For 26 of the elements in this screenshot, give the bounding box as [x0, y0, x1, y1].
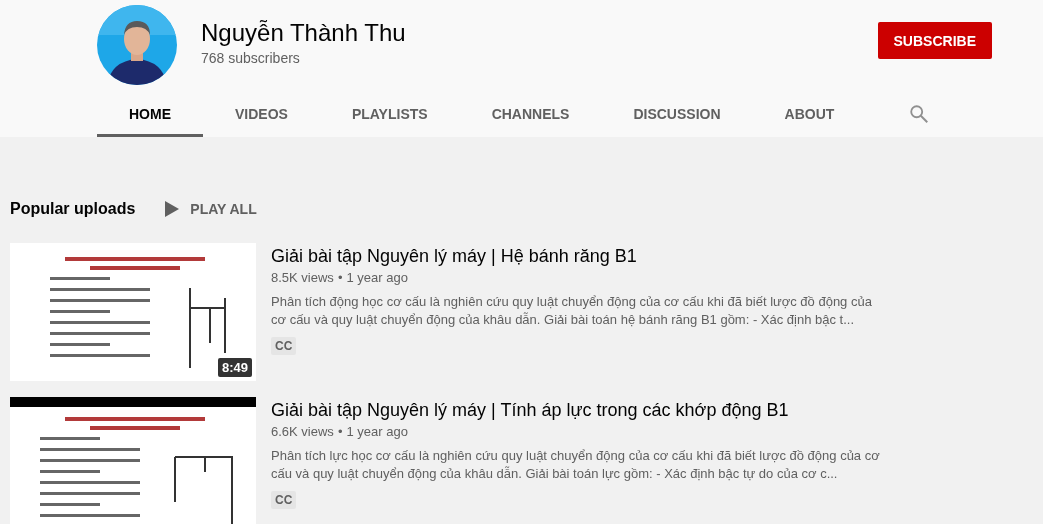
search-icon[interactable]: [908, 102, 931, 125]
play-icon: [165, 201, 180, 217]
upload-age: 1 year ago: [346, 270, 408, 285]
view-count: 8.5K views: [271, 270, 334, 285]
subscriber-count: 768 subscribers: [201, 50, 301, 66]
tab[interactable]: ABOUT: [752, 94, 867, 137]
video-title[interactable]: Giải bài tập Nguyên lý máy | Tính áp lực trong các khớp động B1: [271, 398, 881, 422]
video-description: Phân tích động học cơ cấu là nghiên cứu quy luật chuyển động của cơ cấu khi đã biết lược đồ động của cơ cấu và quy luật chuyển động của khâu dẫn. Giải bài toán hệ bánh răng B1 gồm: - Xác định bậc t...: [271, 293, 873, 329]
tab[interactable]: DISCUSSION: [601, 94, 753, 137]
upload-age: 1 year ago: [346, 424, 408, 439]
caption-badge: CC: [271, 491, 297, 509]
caption-badge: CC: [271, 337, 297, 355]
channel-name: Nguyễn Thành Thu: [201, 18, 407, 48]
separator-dot: •: [337, 270, 343, 285]
video-title[interactable]: Giải bài tập Nguyên lý máy | Hệ bánh răng B1: [271, 244, 881, 268]
tab[interactable]: PLAYLISTS: [319, 94, 460, 137]
play-all-button[interactable]: PLAY ALL: [155, 201, 265, 217]
section-title: Popular uploads: [10, 200, 136, 218]
tab[interactable]: CHANNELS: [459, 94, 602, 137]
subscribe-button[interactable]: SUBSCRIBE: [877, 22, 992, 59]
duration-badge: 8:49: [217, 358, 252, 377]
tab[interactable]: VIDEOS: [203, 94, 320, 137]
separator-dot: •: [337, 424, 343, 439]
video-description: Phân tích lực học cơ cấu là nghiên cứu quy luật chuyển động của cơ cấu khi đã biết lược đồ động của cơ cấu và quy luật chuyển động của khâu dẫn. Giải bài toán lực gồm: - Xác định bậc tự do của cơ c...: [271, 447, 881, 483]
tab[interactable]: HOME: [97, 94, 203, 137]
view-count: 6.6K views: [271, 424, 334, 439]
